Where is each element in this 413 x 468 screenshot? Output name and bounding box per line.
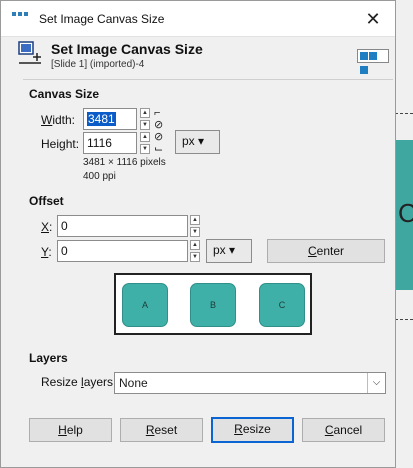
dialog-heading: Set Image Canvas Size xyxy=(51,41,203,57)
chain-link-icon[interactable]: ⌐ ⊘ ⊘ ⌙ xyxy=(154,107,163,155)
resize-layers-label: Resize layers: xyxy=(41,375,117,389)
dialog-header: Set Image Canvas Size [Slide 1] (importe… xyxy=(1,37,395,77)
preview-box-a: A xyxy=(122,283,168,327)
close-button[interactable]: ✕ xyxy=(351,1,395,37)
width-value: 3481 xyxy=(87,112,116,126)
preview-box-b: B xyxy=(190,283,236,327)
chevron-down-icon: ▾ xyxy=(194,134,205,148)
window-title: Set Image Canvas Size xyxy=(39,12,165,26)
y-label: Y: xyxy=(41,245,52,259)
canvas-size-dialog: Set Image Canvas Size ✕ Set Image Canvas… xyxy=(0,0,396,468)
center-button[interactable]: Center xyxy=(267,239,385,263)
chevron-down-icon: ⌵ xyxy=(367,373,385,393)
cancel-button[interactable]: Cancel xyxy=(302,418,385,442)
chevron-down-icon: ▾ xyxy=(225,243,236,257)
background-letter: C xyxy=(398,198,413,228)
height-label: Height: xyxy=(41,137,80,151)
x-label: X: xyxy=(41,220,53,234)
resize-button[interactable]: Resize xyxy=(211,417,294,443)
x-offset-spinner[interactable]: ▲ ▼ xyxy=(190,215,200,237)
offset-preview[interactable]: A B C xyxy=(114,273,312,335)
offset-unit-dropdown[interactable]: px ▾ xyxy=(206,239,252,263)
preview-box-c: C xyxy=(259,283,305,327)
canvas-unit-dropdown[interactable]: px ▾ xyxy=(175,130,220,154)
title-bar[interactable]: Set Image Canvas Size ✕ xyxy=(1,1,395,37)
resolution: 400 ppi xyxy=(83,171,116,182)
layers-heading: Layers xyxy=(29,351,68,365)
width-input[interactable]: 3481 xyxy=(83,108,137,130)
close-icon: ✕ xyxy=(365,9,381,29)
height-spinner[interactable]: ▲ ▼ xyxy=(140,132,150,154)
background-guide-line xyxy=(395,113,413,114)
y-offset-spinner[interactable]: ▲ ▼ xyxy=(190,240,200,262)
background-guide-line xyxy=(395,319,413,320)
gimp-app-icon xyxy=(12,12,28,24)
canvas-size-icon xyxy=(18,41,41,64)
offset-heading: Offset xyxy=(29,194,64,208)
header-separator xyxy=(23,79,393,80)
width-label: Width: xyxy=(41,113,76,127)
height-input[interactable]: 1116 xyxy=(83,132,137,154)
pixel-dimensions: 3481 × 1116 pixels xyxy=(83,157,166,168)
image-name: [Slide 1] (imported)-4 xyxy=(51,59,145,70)
width-spinner[interactable]: ▲ ▼ xyxy=(140,108,150,130)
help-button[interactable]: Help xyxy=(29,418,112,442)
canvas-size-heading: Canvas Size xyxy=(29,87,100,101)
dock-grip-icon[interactable] xyxy=(357,49,389,74)
reset-button[interactable]: Reset xyxy=(120,418,203,442)
x-offset-input[interactable]: 0 xyxy=(57,215,188,237)
y-offset-input[interactable]: 0 xyxy=(57,240,188,262)
resize-layers-select[interactable]: None ⌵ xyxy=(114,372,386,394)
